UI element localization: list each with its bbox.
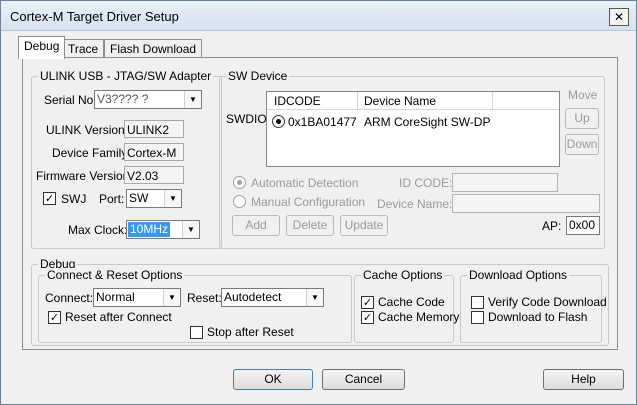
connect-select[interactable]: Normal ▼ xyxy=(93,288,181,307)
cache-options-group-title: Cache Options xyxy=(361,268,445,282)
column-idcode: IDCODE xyxy=(274,94,321,108)
device-family-label: Device Family: xyxy=(52,146,131,160)
verify-code-download-checkbox[interactable] xyxy=(471,296,484,309)
swj-label: SWJ xyxy=(61,192,87,206)
download-options-group: Download Options Verify Code Download Do… xyxy=(460,268,607,343)
connect-value: Normal xyxy=(96,290,135,304)
update-button[interactable]: Update xyxy=(340,215,388,236)
column-separator xyxy=(357,92,358,109)
tab-debug[interactable]: Debug xyxy=(18,36,66,59)
connect-reset-group-title: Connect & Reset Options xyxy=(45,268,185,282)
firmware-version-label: Firmware Version: xyxy=(36,169,133,183)
ap-label: AP: xyxy=(542,219,562,233)
sw-device-group-title: SW Device xyxy=(226,69,290,83)
port-value: SW xyxy=(129,191,149,205)
manual-configuration-radio[interactable] xyxy=(233,195,246,208)
automatic-detection-label: Automatic Detection xyxy=(251,176,359,190)
tab-flash-download[interactable]: Flash Download xyxy=(104,39,203,59)
download-options-group-title: Download Options xyxy=(467,268,570,282)
cancel-button[interactable]: Cancel xyxy=(322,369,405,390)
reset-after-connect-label: Reset after Connect xyxy=(65,310,172,324)
chevron-down-icon: ▼ xyxy=(163,289,180,306)
sw-device-row-name[interactable]: ARM CoreSight SW-DP xyxy=(364,115,490,129)
port-select[interactable]: SW ▼ xyxy=(126,189,182,208)
move-down-button[interactable]: Down xyxy=(565,134,599,155)
sw-device-table[interactable]: IDCODE Device Name 0x1BA01477 ARM CoreSi… xyxy=(266,91,560,167)
stop-after-reset-checkbox[interactable] xyxy=(190,326,203,339)
cache-code-label: Cache Code xyxy=(378,295,445,309)
chevron-down-icon: ▼ xyxy=(182,221,199,238)
cache-memory-label: Cache Memory xyxy=(378,310,460,324)
chevron-down-icon: ▼ xyxy=(184,91,201,108)
delete-button[interactable]: Delete xyxy=(286,215,334,236)
tab-trace[interactable]: Trace xyxy=(62,39,105,59)
automatic-detection-radio[interactable] xyxy=(233,176,246,189)
id-code-input[interactable] xyxy=(452,173,558,192)
sw-device-table-header: IDCODE Device Name xyxy=(267,92,559,110)
ok-button[interactable]: OK xyxy=(233,369,313,390)
selected-dot xyxy=(237,180,242,185)
stop-after-reset-label: Stop after Reset xyxy=(207,325,294,339)
window-title: Cortex-M Target Driver Setup xyxy=(10,9,179,24)
cache-code-checkbox[interactable]: ✓ xyxy=(361,296,374,309)
connect-reset-group: Connect & Reset Options Connect: Normal … xyxy=(38,268,352,343)
manual-configuration-label: Manual Configuration xyxy=(251,195,366,209)
sw-device-row-radio[interactable] xyxy=(272,115,285,128)
serial-label: Serial No: xyxy=(44,93,97,107)
max-clock-label: Max Clock: xyxy=(68,223,128,237)
chevron-down-icon: ▼ xyxy=(306,289,323,306)
chevron-down-icon: ▼ xyxy=(164,190,181,207)
port-label: Port: xyxy=(99,192,125,206)
move-up-button[interactable]: Up xyxy=(565,108,599,129)
swdio-label: SWDIO xyxy=(226,112,267,126)
cache-memory-checkbox[interactable]: ✓ xyxy=(361,311,374,324)
selected-dot xyxy=(276,119,281,124)
serial-value: V3???? ? xyxy=(97,92,149,106)
verify-code-download-label: Verify Code Download xyxy=(488,295,607,309)
reset-select[interactable]: Autodetect ▼ xyxy=(221,288,324,307)
download-to-flash-label: Download to Flash xyxy=(488,310,588,324)
debug-tab-panel: ULINK USB - JTAG/SW Adapter Serial No: V… xyxy=(22,57,618,350)
move-label: Move xyxy=(568,88,598,102)
download-to-flash-checkbox[interactable] xyxy=(471,311,484,324)
title-bar: Cortex-M Target Driver Setup ✕ xyxy=(1,1,636,31)
ap-input[interactable]: 0x00 xyxy=(566,216,600,235)
device-family-field: Cortex-M xyxy=(124,143,184,161)
firmware-version-field: V2.03 xyxy=(124,166,184,184)
ulink-version-label: ULINK Version: xyxy=(46,123,129,137)
column-separator xyxy=(492,92,493,109)
close-button[interactable]: ✕ xyxy=(609,8,629,26)
adapter-group-title: ULINK USB - JTAG/SW Adapter xyxy=(38,69,214,83)
reset-after-connect-checkbox[interactable]: ✓ xyxy=(48,311,61,324)
column-device-name: Device Name xyxy=(364,94,437,108)
debug-group: Debug Connect & Reset Options Connect: N… xyxy=(31,257,609,346)
add-button[interactable]: Add xyxy=(232,215,280,236)
serial-select[interactable]: V3???? ? ▼ xyxy=(94,90,202,109)
dialog-window: Cortex-M Target Driver Setup ✕ Debug Tra… xyxy=(0,0,637,405)
adapter-group: ULINK USB - JTAG/SW Adapter Serial No: V… xyxy=(31,69,222,249)
swj-checkbox[interactable]: ✓ xyxy=(43,192,56,205)
connect-label: Connect: xyxy=(45,291,94,305)
max-clock-select[interactable]: 10MHz ▼ xyxy=(126,220,200,239)
max-clock-value: 10MHz xyxy=(128,222,171,237)
reset-label: Reset: xyxy=(187,291,222,305)
sw-device-row-idcode[interactable]: 0x1BA01477 xyxy=(288,115,357,129)
ulink-version-field: ULINK2 xyxy=(124,120,184,138)
sw-device-group: SW Device SWDIO IDCODE Device Name 0x1BA… xyxy=(219,69,605,249)
reset-value: Autodetect xyxy=(224,290,282,304)
id-code-label: ID CODE: xyxy=(399,176,453,190)
device-name-label: Device Name: xyxy=(377,197,453,211)
help-button[interactable]: Help xyxy=(543,369,624,390)
device-name-input[interactable] xyxy=(452,194,600,213)
cache-options-group: Cache Options ✓ Cache Code ✓ Cache Memor… xyxy=(354,268,459,343)
